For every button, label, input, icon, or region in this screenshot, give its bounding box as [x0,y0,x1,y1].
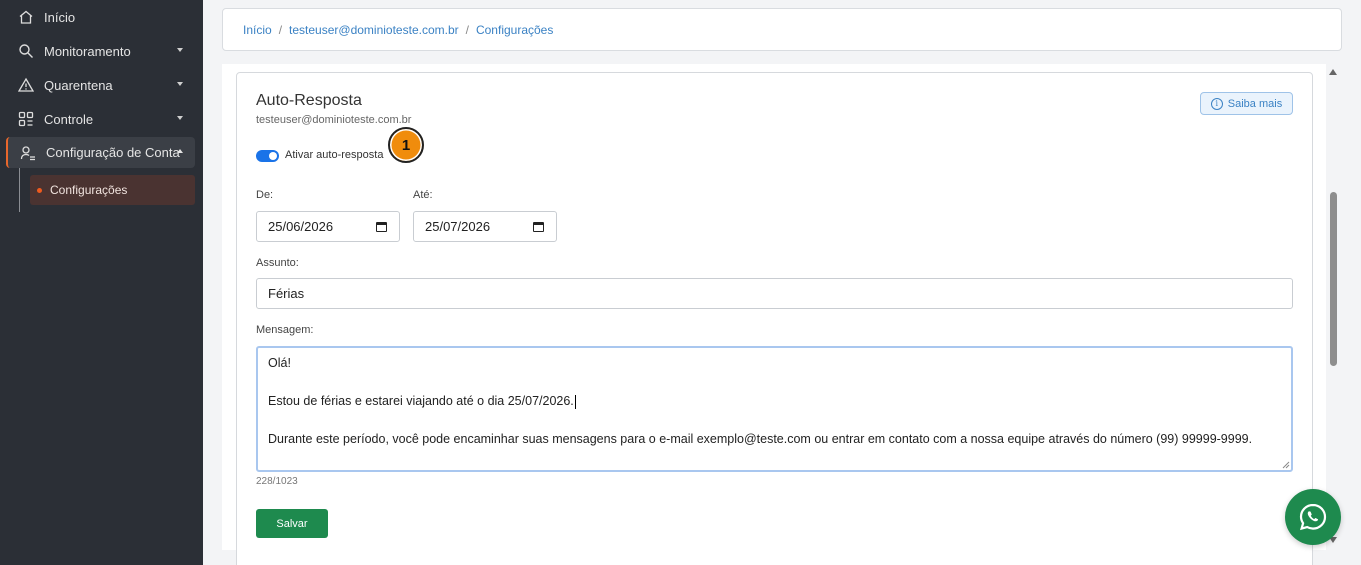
breadcrumb-current[interactable]: Configurações [476,23,553,37]
whatsapp-icon [1299,503,1327,531]
chevron-down-icon [177,116,183,120]
sidebar-item-label: Configuração de Conta [46,145,180,160]
home-icon [18,9,34,25]
learn-more-label: Saiba mais [1227,97,1283,110]
sidebar-item-label: Controle [44,111,94,127]
char-counter: 228/1023 [256,476,298,487]
sidebar-subitem-configuracoes[interactable]: Configurações [30,175,195,205]
chevron-down-icon [177,82,183,86]
sidebar-item-quarentena[interactable]: Quarentena [6,70,195,100]
subject-label: Assunto: [256,257,299,269]
message-line: Olá! [268,356,291,370]
breadcrumb: Início / testeuser@dominioteste.com.br /… [222,8,1342,51]
save-button[interactable]: Salvar [256,509,328,538]
toggle-knob [269,152,277,160]
grid-icon [18,111,34,127]
message-line-text: Estou de férias e estarei viajando até o… [268,394,574,408]
to-date-value: 25/07/2026 [425,219,491,234]
learn-more-button[interactable]: i Saiba mais [1200,92,1293,115]
calendar-icon[interactable] [533,222,544,232]
sidebar-item-inicio[interactable]: Início [6,2,195,32]
sidebar-item-label: Monitoramento [44,43,131,59]
user-settings-icon [20,145,36,161]
breadcrumb-account-link[interactable]: testeuser@dominioteste.com.br [289,23,459,37]
from-date-input[interactable]: 25/06/2026 [256,211,400,242]
message-textarea[interactable]: Olá! Estou de férias e estarei viajando … [256,346,1293,472]
card-title: Auto-Resposta [256,92,362,109]
card-subtitle: testeuser@dominioteste.com.br [256,114,412,126]
to-date-input[interactable]: 25/07/2026 [413,211,557,242]
sidebar-item-monitoramento[interactable]: Monitoramento [6,36,195,66]
info-icon: i [1210,97,1223,110]
sidebar-item-label: Início [44,9,76,25]
from-date-label: De: [256,189,274,201]
subject-input[interactable]: Férias [256,278,1293,309]
breadcrumb-separator: / [465,22,469,37]
message-label: Mensagem: [256,324,314,336]
subject-value: Férias [268,286,305,301]
breadcrumb-home-link[interactable]: Início [243,23,272,37]
scrollbar-thumb[interactable] [1330,192,1337,366]
sidebar: Início Monitoramento Quarentena Controle… [0,0,203,565]
warning-icon [18,77,34,93]
scroll-up-arrow-icon[interactable] [1329,69,1337,75]
step-badge: 1 [388,127,424,163]
chevron-up-icon [177,149,183,153]
subtree-line [19,168,20,212]
auto-reply-toggle-label: Ativar auto-resposta [285,149,384,161]
resize-grip-icon[interactable] [1282,461,1290,469]
search-icon [18,43,34,59]
message-line: Durante este período, você pode encaminh… [268,432,1253,446]
auto-reply-toggle[interactable] [256,150,279,162]
calendar-icon[interactable] [376,222,387,232]
text-cursor [574,394,576,409]
message-line: Estou de férias e estarei viajando até o… [268,392,1281,411]
chevron-down-icon [177,48,183,52]
sidebar-subitem-label: Configurações [50,183,128,197]
message-line [268,411,1281,430]
breadcrumb-separator: / [278,22,283,37]
whatsapp-button[interactable] [1285,489,1341,545]
message-line [268,373,1281,392]
from-date-value: 25/06/2026 [268,219,334,234]
active-dot-icon [37,187,42,193]
to-date-label: Até: [413,189,433,201]
sidebar-item-configuracao-de-conta[interactable]: Configuração de Conta [6,137,195,168]
sidebar-item-controle[interactable]: Controle [6,104,195,134]
sidebar-item-label: Quarentena [44,77,113,93]
